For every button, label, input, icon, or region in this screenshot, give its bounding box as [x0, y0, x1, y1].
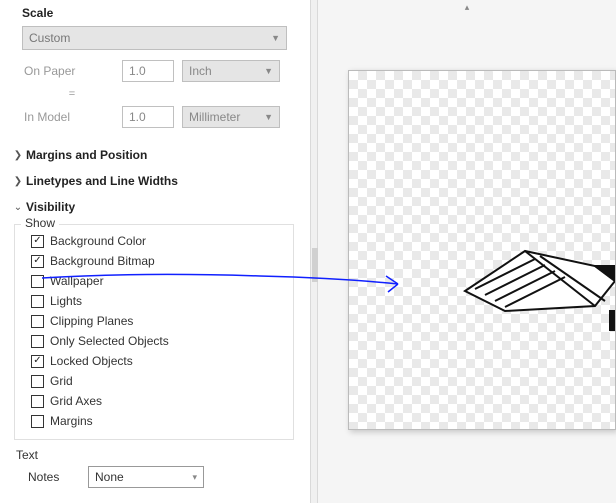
- on-paper-label: On Paper: [22, 64, 122, 78]
- chevron-right-icon: ❯: [12, 150, 24, 161]
- show-checkbox-row[interactable]: Grid Axes: [23, 391, 285, 411]
- text-heading: Text: [16, 448, 298, 462]
- checkbox-icon[interactable]: [31, 335, 44, 348]
- scale-section: Scale Custom ▼ On Paper 1.0 Inch ▼ = In …: [12, 0, 298, 142]
- model-drawing: [445, 211, 616, 331]
- checkbox-icon[interactable]: [31, 415, 44, 428]
- scale-preset-select[interactable]: Custom ▼: [22, 26, 287, 50]
- show-checkbox-row[interactable]: Grid: [23, 371, 285, 391]
- scale-preset-value: Custom: [29, 31, 70, 45]
- show-checkbox-row[interactable]: ✓ Locked Objects: [23, 351, 285, 371]
- show-fieldset: Show ✓Background Color✓Background Bitmap…: [14, 224, 294, 440]
- checkbox-label: Grid: [50, 374, 73, 388]
- panel-splitter[interactable]: [310, 0, 318, 503]
- checkbox-label: Background Color: [50, 234, 146, 248]
- checkbox-label: Wallpaper: [50, 274, 104, 288]
- checkbox-icon[interactable]: [31, 315, 44, 328]
- preview-pane: ▴: [318, 0, 616, 503]
- show-legend: Show: [21, 216, 59, 230]
- margins-title: Margins and Position: [26, 148, 147, 162]
- linetypes-section-header[interactable]: ❯ Linetypes and Line Widths: [12, 168, 298, 194]
- settings-panel: Scale Custom ▼ On Paper 1.0 Inch ▼ = In …: [0, 0, 310, 503]
- chevron-down-icon: ⌄: [12, 202, 24, 213]
- checkbox-icon[interactable]: ✓: [31, 235, 44, 248]
- in-model-label: In Model: [22, 110, 122, 124]
- margins-section-header[interactable]: ❯ Margins and Position: [12, 142, 298, 168]
- notes-label: Notes: [28, 470, 88, 484]
- checkbox-icon[interactable]: ✓: [31, 255, 44, 268]
- checkbox-icon[interactable]: [31, 375, 44, 388]
- in-model-unit-select[interactable]: Millimeter ▼: [182, 106, 280, 128]
- show-checkbox-row[interactable]: Margins: [23, 411, 285, 431]
- on-paper-unit-select[interactable]: Inch ▼: [182, 60, 280, 82]
- checkbox-label: Locked Objects: [50, 354, 133, 368]
- scroll-up-icon[interactable]: ▴: [318, 2, 616, 13]
- checkbox-icon[interactable]: [31, 295, 44, 308]
- checkbox-icon[interactable]: [31, 275, 44, 288]
- show-checkbox-row[interactable]: Lights: [23, 291, 285, 311]
- checkbox-label: Grid Axes: [50, 394, 102, 408]
- scale-heading: Scale: [22, 0, 298, 26]
- linetypes-title: Linetypes and Line Widths: [26, 174, 178, 188]
- checkbox-label: Lights: [50, 294, 82, 308]
- in-model-input[interactable]: 1.0: [122, 106, 174, 128]
- notes-value: None: [95, 470, 124, 484]
- notes-select[interactable]: None ▾: [88, 466, 204, 488]
- show-checkbox-row[interactable]: ✓ Background Color: [23, 231, 285, 251]
- chevron-down-icon: ▼: [271, 33, 280, 43]
- on-paper-input[interactable]: 1.0: [122, 60, 174, 82]
- equals-label: =: [22, 88, 122, 100]
- checkbox-label: Only Selected Objects: [50, 334, 169, 348]
- checkbox-label: Background Bitmap: [50, 254, 155, 268]
- chevron-down-icon: ▼: [264, 112, 273, 122]
- show-checkbox-row[interactable]: Wallpaper: [23, 271, 285, 291]
- visibility-title: Visibility: [26, 200, 75, 214]
- preview-canvas[interactable]: [348, 70, 616, 430]
- chevron-down-icon: ▼: [264, 66, 273, 76]
- chevron-right-icon: ❯: [12, 176, 24, 187]
- checkbox-label: Margins: [50, 414, 93, 428]
- checkbox-icon[interactable]: [31, 395, 44, 408]
- checkbox-label: Clipping Planes: [50, 314, 133, 328]
- show-checkbox-row[interactable]: ✓ Background Bitmap: [23, 251, 285, 271]
- checkbox-icon[interactable]: ✓: [31, 355, 44, 368]
- chevron-down-icon: ▾: [192, 472, 197, 483]
- show-checkbox-row[interactable]: Clipping Planes: [23, 311, 285, 331]
- show-checkbox-row[interactable]: Only Selected Objects: [23, 331, 285, 351]
- text-section: Text Notes None ▾: [12, 448, 298, 488]
